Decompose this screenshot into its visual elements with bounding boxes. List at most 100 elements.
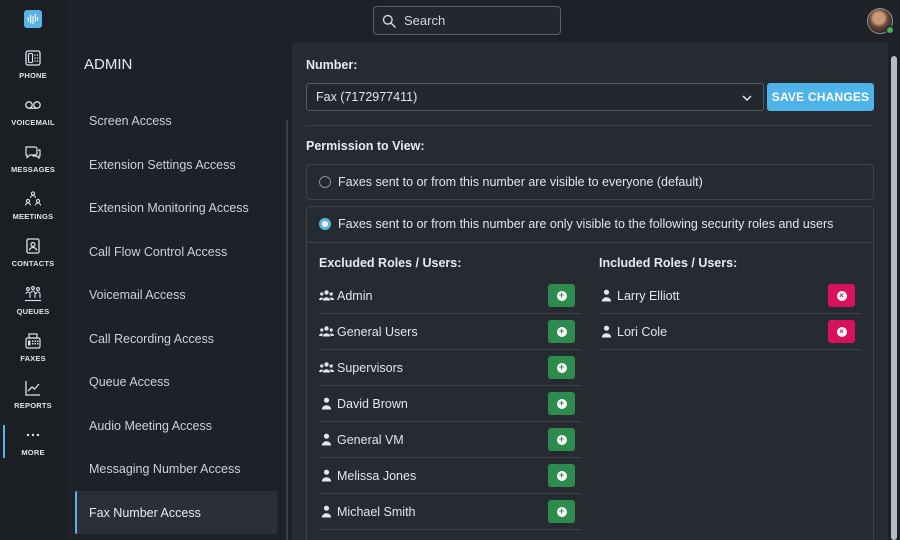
plus-icon: + xyxy=(556,470,567,481)
logo-icon xyxy=(27,13,39,25)
rail-label: MORE xyxy=(21,448,45,457)
main-panel: Number: Fax (7172977411) SAVE CHANGES Pe… xyxy=(292,42,888,540)
plus-icon: + xyxy=(556,434,567,445)
included-name: Lori Cole xyxy=(617,324,668,339)
rail-item-more[interactable]: MORE xyxy=(0,426,66,470)
rail-item-faxes[interactable]: FAXES xyxy=(0,332,66,376)
included-row: Larry Elliott × xyxy=(599,278,861,314)
excluded-row: Melissa Jones + xyxy=(319,458,581,494)
app-logo[interactable] xyxy=(24,10,42,28)
sidebar-scrollbar[interactable] xyxy=(286,120,288,540)
excluded-name: Supervisors xyxy=(337,360,403,375)
rail-item-meetings[interactable]: MEETINGS xyxy=(0,190,66,234)
excluded-header: Excluded Roles / Users: xyxy=(319,256,462,270)
online-status-indicator xyxy=(886,26,894,34)
rail-label: PHONE xyxy=(19,71,47,80)
rail-active-indicator xyxy=(3,425,5,458)
user-icon xyxy=(601,325,612,338)
included-name: Larry Elliott xyxy=(617,288,680,303)
rail-item-messages[interactable]: MESSAGES xyxy=(0,143,66,187)
rail-label: VOICEMAIL xyxy=(11,118,55,127)
admin-item-extension-settings-access[interactable]: Extension Settings Access xyxy=(75,143,277,186)
admin-item-call-flow-control-access[interactable]: Call Flow Control Access xyxy=(75,230,277,273)
messages-icon xyxy=(25,146,41,160)
admin-item-voicemail-access[interactable]: Voicemail Access xyxy=(75,273,277,316)
admin-item-queue-access[interactable]: Queue Access xyxy=(75,360,277,403)
admin-item-messaging-number-access[interactable]: Messaging Number Access xyxy=(75,447,277,490)
rail-item-reports[interactable]: REPORTS xyxy=(0,379,66,423)
plus-icon: + xyxy=(556,326,567,337)
rail-item-contacts[interactable]: CONTACTS xyxy=(0,237,66,281)
user-icon xyxy=(601,289,612,302)
rail-label: FAXES xyxy=(20,354,46,363)
excluded-row: Admin + xyxy=(319,278,581,314)
excluded-row: Michael Smith + xyxy=(319,494,581,530)
excluded-name: Michael Smith xyxy=(337,504,416,519)
voicemail-icon xyxy=(25,101,41,109)
admin-item-fax-number-access[interactable]: Fax Number Access xyxy=(75,491,277,534)
number-select-value: Fax (7172977411) xyxy=(316,90,418,104)
add-melissa-jones-button[interactable]: + xyxy=(548,464,575,487)
phone-icon xyxy=(25,50,41,66)
rail-label: CONTACTS xyxy=(11,259,55,268)
rail-label: QUEUES xyxy=(16,307,50,316)
search-icon xyxy=(382,14,396,28)
number-select[interactable]: Fax (7172977411) xyxy=(306,83,764,111)
chevron-down-icon xyxy=(742,95,752,102)
excluded-name: David Brown xyxy=(337,396,408,411)
add-general-vm-button[interactable]: + xyxy=(548,428,575,451)
excluded-row: Supervisors + xyxy=(319,350,581,386)
rail-item-phone[interactable]: PHONE xyxy=(0,49,66,93)
remove-larry-elliott-button[interactable]: × xyxy=(828,284,855,307)
meetings-icon xyxy=(24,191,42,206)
rail-item-queues[interactable]: QUEUES xyxy=(0,285,66,329)
admin-item-screen-access[interactable]: Screen Access xyxy=(75,99,277,142)
save-changes-button[interactable]: SAVE CHANGES xyxy=(767,83,874,111)
included-header: Included Roles / Users: xyxy=(599,256,738,270)
search-placeholder: Search xyxy=(404,13,446,28)
excluded-name: Admin xyxy=(337,288,373,303)
excluded-name: General Users xyxy=(337,324,418,339)
contacts-icon xyxy=(26,238,40,254)
radio-checked[interactable] xyxy=(319,218,331,230)
admin-item-audio-meeting-access[interactable]: Audio Meeting Access xyxy=(75,404,277,447)
user-icon xyxy=(321,397,332,410)
option-restricted-label: Faxes sent to or from this number are on… xyxy=(338,217,834,231)
remove-lori-cole-button[interactable]: × xyxy=(828,320,855,343)
option-restricted[interactable]: Faxes sent to or from this number are on… xyxy=(319,217,833,231)
queues-icon xyxy=(25,286,41,302)
main-scrollbar-thumb[interactable] xyxy=(891,56,897,540)
number-label: Number: xyxy=(306,58,358,72)
admin-title: ADMIN xyxy=(84,56,133,73)
group-icon xyxy=(319,290,334,301)
rail-item-voicemail[interactable]: VOICEMAIL xyxy=(0,96,66,140)
add-admin-button[interactable]: + xyxy=(548,284,575,307)
excluded-row: General Users + xyxy=(319,314,581,350)
divider xyxy=(307,242,873,243)
admin-item-call-recording-access[interactable]: Call Recording Access xyxy=(75,317,277,360)
divider xyxy=(306,125,874,126)
left-rail: PHONE VOICEMAIL MESSAGES MEETINGS CONTAC… xyxy=(0,0,66,540)
permission-label: Permission to View: xyxy=(306,139,425,153)
rail-label: REPORTS xyxy=(14,401,52,410)
user-icon xyxy=(321,469,332,482)
radio-unchecked[interactable] xyxy=(319,176,331,188)
group-icon xyxy=(319,326,334,337)
group-icon xyxy=(319,362,334,373)
rail-label: MESSAGES xyxy=(10,165,56,174)
more-icon xyxy=(26,433,40,437)
option-everyone-box[interactable]: Faxes sent to or from this number are vi… xyxy=(306,164,874,200)
search-input[interactable]: Search xyxy=(373,6,561,35)
add-david-brown-button[interactable]: + xyxy=(548,392,575,415)
excluded-row: General VM + xyxy=(319,422,581,458)
add-michael-smith-button[interactable]: + xyxy=(548,500,575,523)
add-general-users-button[interactable]: + xyxy=(548,320,575,343)
admin-item-extension-monitoring-access[interactable]: Extension Monitoring Access xyxy=(75,186,277,229)
rail-label: MEETINGS xyxy=(12,212,54,221)
plus-icon: + xyxy=(556,506,567,517)
user-icon xyxy=(321,505,332,518)
remove-icon: × xyxy=(836,326,847,337)
remove-icon: × xyxy=(836,290,847,301)
add-supervisors-button[interactable]: + xyxy=(548,356,575,379)
option-everyone[interactable]: Faxes sent to or from this number are vi… xyxy=(319,175,703,189)
